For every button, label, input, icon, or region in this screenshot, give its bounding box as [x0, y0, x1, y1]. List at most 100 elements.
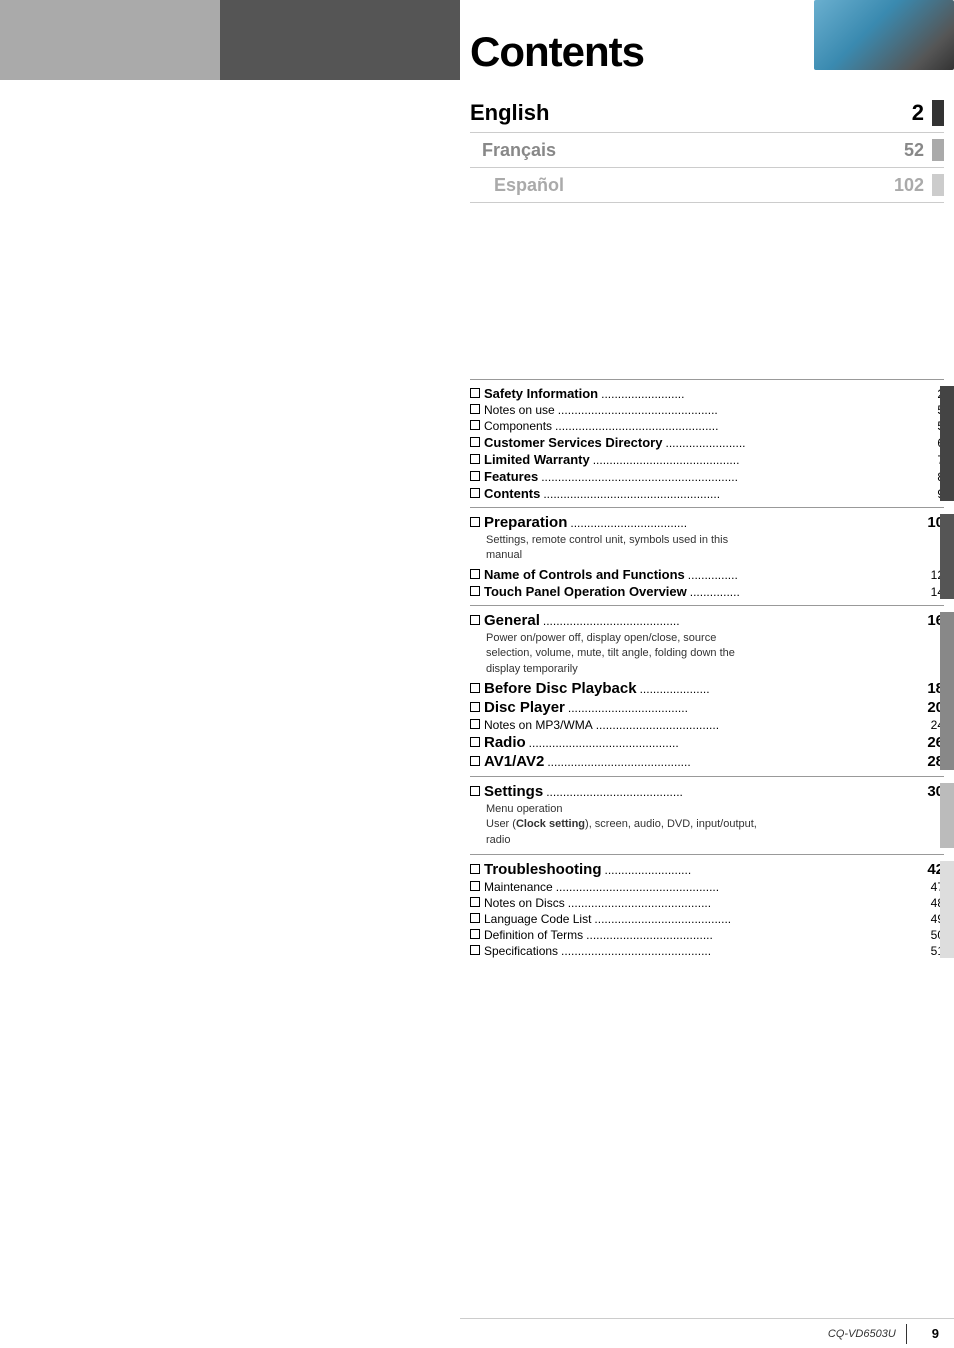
toc-label-notes-discs: Notes on Discs [484, 896, 565, 910]
right-panel: Contents English 2 Français 52 Español 1… [460, 0, 954, 1348]
toc-item-radio: Radio ..................................… [470, 734, 944, 751]
language-espanol-row: Español 102 [470, 174, 944, 196]
checkbox-disc-player [470, 702, 480, 712]
toc-dots-features: ........................................… [541, 470, 921, 484]
language-francais-bar [932, 139, 944, 161]
toc-dots-settings: ........................................… [546, 785, 921, 799]
toc-label-touch-panel: Touch Panel Operation Overview [484, 584, 687, 599]
checkbox-components [470, 420, 480, 430]
checkbox-settings [470, 786, 480, 796]
toc-dots-contents: ........................................… [543, 487, 921, 501]
toc-item-preparation: Preparation ............................… [470, 514, 944, 531]
toc-dots-notes-mp3: ..................................... [596, 718, 921, 732]
checkbox-notes-on-use [470, 404, 480, 414]
toc-dots-specifications: ........................................… [561, 944, 921, 958]
header-area: Contents [460, 0, 954, 80]
toc-section: Safety Information .....................… [460, 379, 954, 958]
toc-item-features: Features ...............................… [470, 469, 944, 484]
checkbox-before-disc [470, 683, 480, 693]
toc-item-components: Components .............................… [470, 419, 944, 433]
toc-label-language-code: Language Code List [484, 912, 591, 926]
toc-dots-customer-services: ........................ [665, 436, 921, 450]
group3-bar [940, 612, 954, 770]
checkbox-troubleshooting [470, 864, 480, 874]
language-english-bar [932, 100, 944, 126]
toc-item-troubleshooting: Troubleshooting ........................… [470, 861, 944, 878]
toc-dots-general: ........................................… [543, 614, 921, 628]
toc-sub-settings: Menu operationUser (Clock setting), scre… [486, 802, 944, 848]
toc-group-3: General ................................… [470, 612, 944, 770]
toc-label-components: Components [484, 419, 552, 433]
language-espanol-label: Español [470, 175, 894, 196]
toc-dots-troubleshooting: .......................... [605, 863, 922, 877]
checkbox-maintenance [470, 881, 480, 891]
footer-page: 9 [932, 1326, 939, 1341]
language-section: English 2 Français 52 Español 102 [460, 80, 954, 219]
toc-label-preparation: Preparation [484, 514, 567, 531]
checkbox-controls-functions [470, 569, 480, 579]
checkbox-notes-mp3 [470, 719, 480, 729]
toc-dots-language-code: ........................................… [594, 912, 921, 926]
toc-sub-general: Power on/power off, display open/close, … [486, 631, 944, 677]
toc-item-settings: Settings ...............................… [470, 783, 944, 800]
toc-label-notes-on-use: Notes on use [484, 403, 555, 417]
checkbox-language-code [470, 913, 480, 923]
toc-dots-av1av2: ........................................… [547, 755, 921, 769]
toc-item-limited-warranty: Limited Warranty .......................… [470, 452, 944, 467]
toc-group-4: Settings ...............................… [470, 783, 944, 848]
toc-label-general: General [484, 612, 540, 629]
left-panel [0, 0, 460, 1348]
checkbox-preparation [470, 517, 480, 527]
checkbox-radio [470, 737, 480, 747]
toc-label-av1av2: AV1/AV2 [484, 753, 544, 770]
toc-item-notes-on-use: Notes on use ...........................… [470, 403, 944, 417]
lang-divider-2 [470, 167, 944, 168]
checkbox-customer-services [470, 437, 480, 447]
checkbox-notes-discs [470, 897, 480, 907]
checkbox-touch-panel [470, 586, 480, 596]
checkbox-av1av2 [470, 756, 480, 766]
toc-item-maintenance: Maintenance ............................… [470, 880, 944, 894]
lang-divider-1 [470, 132, 944, 133]
toc-label-disc-player: Disc Player [484, 699, 565, 716]
toc-item-specifications: Specifications .........................… [470, 944, 944, 958]
toc-item-language-code: Language Code List .....................… [470, 912, 944, 926]
toc-dots-limited-warranty: ........................................… [593, 453, 921, 467]
checkbox-limited-warranty [470, 454, 480, 464]
toc-dots-definition-terms: ...................................... [586, 928, 921, 942]
toc-label-radio: Radio [484, 734, 526, 751]
footer-separator [906, 1324, 907, 1344]
language-english-row: English 2 [470, 100, 944, 126]
toc-group-2: Preparation ............................… [470, 514, 944, 599]
checkbox-features [470, 471, 480, 481]
toc-label-maintenance: Maintenance [484, 880, 553, 894]
toc-dots-radio: ........................................… [529, 736, 921, 750]
toc-item-disc-player: Disc Player ............................… [470, 699, 944, 716]
toc-label-customer-services: Customer Services Directory [484, 435, 662, 450]
page-title: Contents [460, 28, 644, 76]
language-francais-page: 52 [904, 140, 924, 161]
language-english-page: 2 [912, 100, 924, 126]
group5-bar [940, 861, 954, 958]
toc-item-customer-services: Customer Services Directory ............… [470, 435, 944, 450]
toc-divider-group3 [470, 776, 944, 777]
lang-divider-3 [470, 202, 944, 203]
toc-label-features: Features [484, 469, 538, 484]
group2-bar [940, 514, 954, 599]
language-english-label: English [470, 100, 912, 126]
toc-dots-notes-discs: ........................................… [568, 896, 921, 910]
checkbox-general [470, 615, 480, 625]
footer-model: CQ-VD6503U [828, 1328, 896, 1340]
toc-dots-controls-functions: ............... [688, 568, 921, 582]
checkbox-specifications [470, 945, 480, 955]
toc-dots-before-disc: ..................... [640, 682, 921, 696]
checkbox-safety-info [470, 388, 480, 398]
left-header-light [0, 0, 220, 80]
toc-label-safety-info: Safety Information [484, 386, 598, 401]
toc-item-notes-mp3: Notes on MP3/WMA .......................… [470, 718, 944, 732]
toc-group-1: Safety Information .....................… [470, 386, 944, 501]
toc-divider-group1 [470, 507, 944, 508]
toc-divider-group4 [470, 854, 944, 855]
toc-dots-disc-player: .................................... [568, 701, 921, 715]
header-image [814, 0, 954, 70]
